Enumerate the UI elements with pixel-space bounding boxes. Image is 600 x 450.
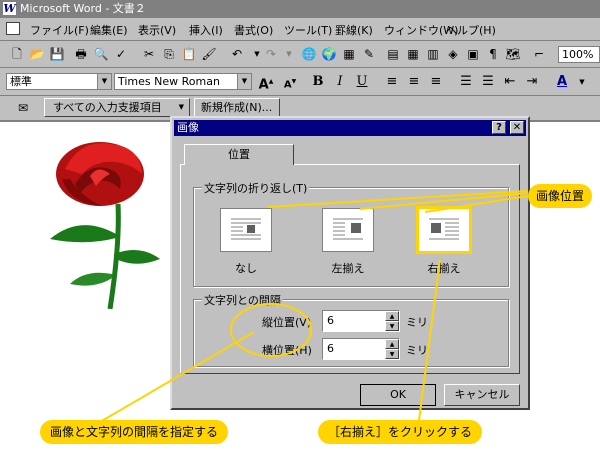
spacing-note-callout: 画像と文字列の間隔を指定する	[40, 420, 229, 444]
image-position-callout: 画像位置	[528, 184, 593, 208]
annotation-lines	[99, 190, 529, 429]
right-align-note-callout: ［右揃え］をクリックする	[318, 420, 483, 444]
tab-position[interactable]: 位置	[184, 144, 294, 165]
